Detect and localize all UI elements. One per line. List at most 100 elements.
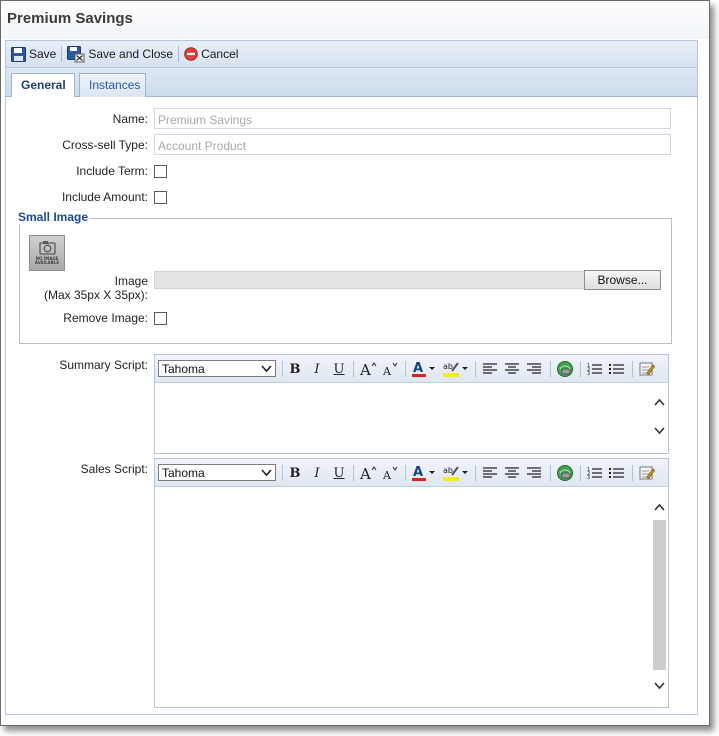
shrink-font-icon[interactable]: A (380, 360, 400, 378)
image-file-field[interactable] (154, 271, 585, 289)
no-image-text: NO IMAGE AVAILABLE (34, 256, 60, 265)
summary-editor-toolbar: Tahoma B I U A A A ab 1 2 3 (155, 355, 668, 383)
align-right-icon[interactable] (524, 360, 544, 378)
svg-text:ab: ab (443, 362, 453, 371)
toolbar-divider (282, 361, 283, 377)
toolbar-divider (580, 361, 581, 377)
font-name-select[interactable]: Tahoma (158, 360, 276, 377)
include-term-label: Include Term: (76, 164, 148, 178)
tab-strip: General Instances (5, 68, 698, 98)
sales-script-label: Sales Script: (80, 462, 148, 476)
underline-icon[interactable]: U (329, 464, 349, 482)
scroll-down-icon[interactable] (653, 424, 666, 436)
include-term-checkbox[interactable] (154, 165, 167, 178)
toolbar-divider (282, 465, 283, 481)
insert-link-icon[interactable] (555, 360, 575, 378)
include-amount-label: Include Amount: (61, 190, 148, 204)
toolbar-divider (353, 465, 354, 481)
scrollbar-thumb[interactable] (653, 520, 666, 670)
sales-script-text-area[interactable] (155, 487, 668, 707)
save-label: Save (29, 47, 57, 61)
dialog-window: Premium Savings Save Save and Close Canc… (0, 0, 710, 726)
page-title: Premium Savings (7, 10, 133, 27)
toolbar-divider (475, 465, 476, 481)
chevron-down-icon (261, 469, 272, 477)
font-name-value: Tahoma (162, 362, 205, 376)
no-image-placeholder: NO IMAGE AVAILABLE (29, 235, 65, 271)
general-panel: Name: Cross-sell Type: Include Term: Inc… (5, 97, 698, 715)
tab-instances[interactable]: Instances (79, 73, 146, 97)
toolbar-divider (632, 465, 633, 481)
toolbar-divider (580, 465, 581, 481)
italic-icon[interactable]: I (307, 464, 327, 482)
save-close-icon (67, 45, 85, 62)
align-left-icon[interactable] (480, 360, 500, 378)
highlight-color-icon[interactable]: ab (441, 464, 471, 482)
save-button[interactable]: Save (6, 43, 61, 65)
numbered-list-icon[interactable]: 123 (585, 464, 605, 482)
action-toolbar: Save Save and Close Cancel (5, 40, 698, 68)
bold-icon[interactable]: B (285, 464, 305, 482)
cancel-icon (184, 47, 198, 61)
scroll-up-icon[interactable] (653, 502, 666, 514)
small-image-legend: Small Image (16, 210, 91, 224)
svg-text:A: A (359, 465, 371, 481)
crosssell-type-label: Cross-sell Type: (62, 138, 148, 152)
grow-font-icon[interactable]: A (358, 360, 378, 378)
tab-general[interactable]: General (11, 73, 75, 98)
bullet-list-icon[interactable] (607, 360, 627, 378)
cancel-label: Cancel (201, 47, 239, 61)
underline-icon[interactable]: U (329, 360, 349, 378)
toolbar-divider (405, 465, 406, 481)
numbered-list-icon[interactable]: 123 (585, 360, 605, 378)
chevron-down-icon (261, 365, 272, 373)
shrink-font-icon[interactable]: A (380, 464, 400, 482)
camera-icon (39, 241, 56, 255)
bold-icon[interactable]: B (285, 360, 305, 378)
highlight-color-icon[interactable]: ab (441, 360, 471, 378)
italic-icon[interactable]: I (307, 360, 327, 378)
summary-scrollbar[interactable] (651, 383, 668, 453)
align-center-icon[interactable] (502, 360, 522, 378)
bullet-list-icon[interactable] (607, 464, 627, 482)
font-color-icon[interactable]: A (410, 360, 438, 378)
crosssell-type-field[interactable] (154, 134, 671, 155)
toolbar-divider (405, 361, 406, 377)
image-label: Image (114, 274, 148, 288)
save-close-label: Save and Close (88, 47, 174, 61)
svg-text:A: A (382, 365, 392, 377)
align-center-icon[interactable] (502, 464, 522, 482)
align-left-icon[interactable] (480, 464, 500, 482)
image-size-hint: (Max 35px X 35px): (43, 288, 148, 302)
html-edit-icon[interactable] (637, 464, 657, 482)
floppy-disk-icon (11, 46, 26, 62)
sales-editor-toolbar: Tahoma B I U A A A ab 1 2 3 (155, 459, 668, 487)
toolbar-divider (550, 465, 551, 481)
svg-text:A: A (382, 469, 392, 481)
scroll-down-icon[interactable] (653, 679, 666, 691)
html-edit-icon[interactable] (637, 360, 657, 378)
scroll-up-icon[interactable] (653, 397, 666, 409)
name-label: Name: (112, 112, 148, 126)
font-name-value: Tahoma (162, 466, 205, 480)
sales-scrollbar[interactable] (651, 487, 668, 707)
toolbar-divider (550, 361, 551, 377)
remove-image-checkbox[interactable] (154, 312, 167, 325)
svg-text:A: A (359, 361, 371, 377)
svg-text:3: 3 (587, 475, 590, 480)
sales-script-editor: Tahoma B I U A A A ab 1 2 3 (154, 458, 669, 708)
name-field[interactable] (154, 108, 671, 129)
font-name-select[interactable]: Tahoma (158, 464, 276, 481)
summary-script-label: Summary Script: (59, 358, 148, 372)
save-and-close-button[interactable]: Save and Close (62, 43, 178, 65)
summary-script-text-area[interactable] (155, 383, 668, 453)
svg-text:A: A (413, 465, 423, 480)
browse-button[interactable]: Browse... (584, 270, 661, 290)
insert-link-icon[interactable] (555, 464, 575, 482)
cancel-button[interactable]: Cancel (179, 43, 243, 65)
grow-font-icon[interactable]: A (358, 464, 378, 482)
align-right-icon[interactable] (524, 464, 544, 482)
font-color-icon[interactable]: A (410, 464, 438, 482)
svg-text:3: 3 (587, 371, 590, 376)
include-amount-checkbox[interactable] (154, 191, 167, 204)
